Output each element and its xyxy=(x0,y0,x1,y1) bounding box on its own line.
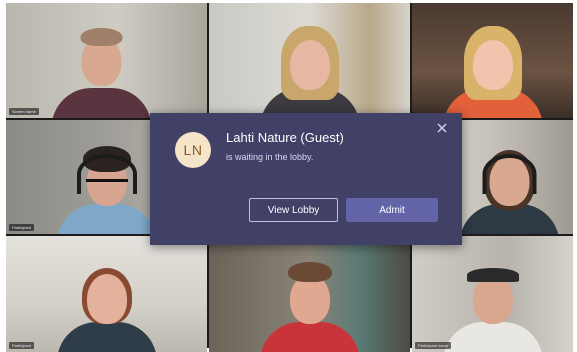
view-lobby-button[interactable]: View Lobby xyxy=(249,198,338,222)
avatar: LN xyxy=(175,132,211,168)
guest-name: Lahti Nature (Guest) xyxy=(226,130,344,145)
cap xyxy=(466,268,519,282)
participant-head xyxy=(86,274,127,324)
participant-body xyxy=(56,322,157,352)
participant-body xyxy=(442,322,543,352)
admit-button[interactable]: Admit xyxy=(346,198,438,222)
participant-tile-8[interactable] xyxy=(209,236,410,352)
participant-video xyxy=(454,134,564,234)
participant-tile-1[interactable]: Screen name xyxy=(6,3,207,118)
participant-tile-7[interactable]: Participant xyxy=(6,236,207,352)
participant-head xyxy=(472,40,513,90)
participant-tile-9[interactable]: Participant name xyxy=(412,236,573,352)
participant-video xyxy=(52,252,162,352)
participant-video xyxy=(46,18,156,118)
participant-video xyxy=(255,18,365,118)
participant-hair xyxy=(287,262,332,282)
participant-tile-2[interactable] xyxy=(209,3,410,118)
participant-video xyxy=(255,252,365,352)
participant-video xyxy=(52,134,162,234)
participant-hair xyxy=(80,28,122,46)
lobby-notification: LN Lahti Nature (Guest) is waiting in th… xyxy=(150,113,462,245)
close-icon[interactable] xyxy=(435,121,449,135)
participant-video xyxy=(438,18,548,118)
participant-head xyxy=(289,40,330,90)
participant-name-tag: Participant name xyxy=(415,342,452,349)
participant-body xyxy=(259,322,360,352)
participant-body xyxy=(56,204,157,234)
participant-body xyxy=(51,88,151,118)
lobby-message: is waiting in the lobby. xyxy=(226,152,314,162)
headset xyxy=(76,154,137,194)
headset xyxy=(482,154,536,194)
participant-name-tag: Participant xyxy=(9,224,34,231)
participant-name-tag: Participant xyxy=(9,342,34,349)
participant-name-tag: Screen name xyxy=(9,108,39,115)
participant-video xyxy=(438,252,548,352)
participant-tile-3[interactable] xyxy=(412,3,573,118)
